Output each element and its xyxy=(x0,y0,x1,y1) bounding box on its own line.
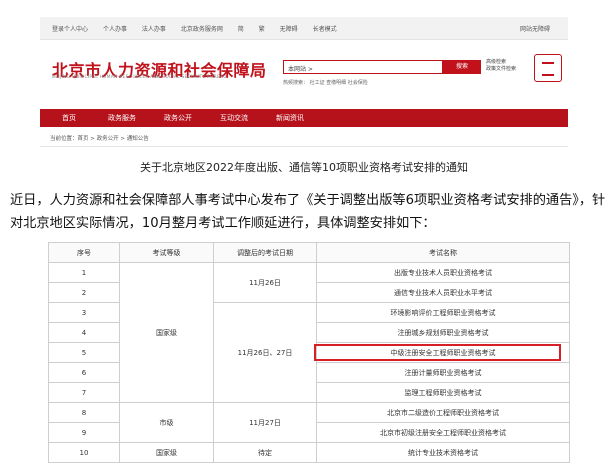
article-title: 关于北京地区2022年度出版、通信等10项职业资格考试安排的通知 xyxy=(140,161,468,174)
row-no: 10 xyxy=(48,442,120,463)
exam-name-cell: 注册城乡规划师职业资格考试 xyxy=(316,322,570,343)
top-link-gov-service-portal[interactable]: 北京政务服务网 xyxy=(181,26,223,33)
table-row: 1 国家级 11月26日 出版专业技术人员职业资格考试 xyxy=(48,262,570,403)
top-links: 登录个人中心 个人办事 法人办事 北京政务服务网 简 繁 无障碍 长者模式 xyxy=(52,24,350,33)
breadcrumb[interactable]: 当前位置：首页 > 政务公开 > 通知公告 xyxy=(50,134,149,142)
bureau-emblem-icon xyxy=(534,54,562,82)
level-cell: 市级 xyxy=(119,402,214,443)
exam-name-cell: 注册计量师职业资格考试 xyxy=(316,362,570,383)
highlight-box xyxy=(314,344,561,361)
row-no: 4 xyxy=(48,322,120,343)
nav-item-news[interactable]: 新闻资讯 xyxy=(276,113,304,123)
header-exam-name: 考试名称 xyxy=(316,242,570,263)
row-no: 6 xyxy=(48,362,120,383)
date-cell: 11月27日 xyxy=(213,402,317,443)
nav-item-open-government[interactable]: 政务公开 xyxy=(164,113,192,123)
level-cell: 国家级 xyxy=(119,442,214,463)
table-header-row: 序号 考试等级 调整后的考试日期 考试名称 xyxy=(48,242,570,263)
intro-paragraph: 近日，人力资源和社会保障部人事考试中心发布了《关于调整出版等6项职业资格考试安排… xyxy=(10,193,606,231)
row-no: 1 xyxy=(48,262,120,283)
top-utility-bar: 登录个人中心 个人办事 法人办事 北京政务服务网 简 繁 无障碍 长者模式 网站… xyxy=(40,17,568,40)
table-row: 8 市级 11月27日 北京市二级造价工程师职业资格考试 xyxy=(48,402,570,443)
exam-name-cell: 通信专业技术人员职业水平考试 xyxy=(316,282,570,303)
row-no: 8 xyxy=(48,402,120,423)
row-no: 7 xyxy=(48,382,120,403)
advanced-search-links: 高级检索 政策文件检索 xyxy=(486,59,516,73)
site-subtitle: BEIJING MUNICIPAL HUMAN RESOURCES AND SO… xyxy=(52,75,227,80)
nav-item-interaction[interactable]: 互动交流 xyxy=(220,113,248,123)
top-link-traditional[interactable]: 繁 xyxy=(259,26,265,33)
advanced-search-link[interactable]: 高级检索 xyxy=(486,59,516,66)
hot-search-words[interactable]: 热频搜索： 社工证 查缴明细 社会保险 xyxy=(283,79,368,86)
row-no: 5 xyxy=(48,342,120,363)
top-link-personal-services[interactable]: 个人办事 xyxy=(103,26,127,33)
table-row: 10 国家级 待定 统计专业技术资格考试 xyxy=(48,442,570,463)
header-no: 序号 xyxy=(48,242,120,263)
exam-name-cell: 监理工程师职业资格考试 xyxy=(316,382,570,403)
top-link-site-accessibility[interactable]: 网站无障碍 xyxy=(520,24,550,33)
top-link-personal-center[interactable]: 登录个人中心 xyxy=(52,26,88,33)
date-cell: 待定 xyxy=(213,442,317,463)
search-button[interactable]: 搜索 xyxy=(443,60,481,74)
policy-search-link[interactable]: 政策文件检索 xyxy=(486,66,516,73)
exam-name-cell: 北京市二级造价工程师职业资格考试 xyxy=(316,402,570,423)
exam-name-cell: 环境影响评价工程师职业资格考试 xyxy=(316,302,570,323)
breadcrumb-divider xyxy=(40,146,568,147)
search-input[interactable]: 本网站 > xyxy=(283,60,443,74)
exam-name-cell: 北京市初级注册安全工程师职业资格考试 xyxy=(316,422,570,443)
top-link-corporate-services[interactable]: 法人办事 xyxy=(142,26,166,33)
row-no: 9 xyxy=(48,422,120,443)
nav-item-home[interactable]: 首页 xyxy=(62,113,76,123)
row-no: 2 xyxy=(48,282,120,303)
header-level: 考试等级 xyxy=(119,242,214,263)
row-no: 3 xyxy=(48,302,120,323)
header-date: 调整后的考试日期 xyxy=(213,242,317,263)
top-link-elder-mode[interactable]: 长者模式 xyxy=(313,26,337,33)
level-cell: 国家级 xyxy=(119,262,214,403)
top-link-accessibility[interactable]: 无障碍 xyxy=(280,26,298,33)
main-nav: 首页 政务服务 政务公开 互动交流 新闻资讯 xyxy=(40,109,568,127)
embedded-page-screenshot: 登录个人中心 个人办事 法人办事 北京政务服务网 简 繁 无障碍 长者模式 网站… xyxy=(40,17,568,180)
exam-name-cell: 出版专业技术人员职业资格考试 xyxy=(316,262,570,283)
nav-item-services[interactable]: 政务服务 xyxy=(108,113,136,123)
exam-name-cell: 统计专业技术资格考试 xyxy=(316,442,570,463)
date-cell: 11月26日、27日 xyxy=(213,302,317,403)
date-cell: 11月26日 xyxy=(213,262,317,303)
top-link-simplified[interactable]: 简 xyxy=(238,26,244,33)
